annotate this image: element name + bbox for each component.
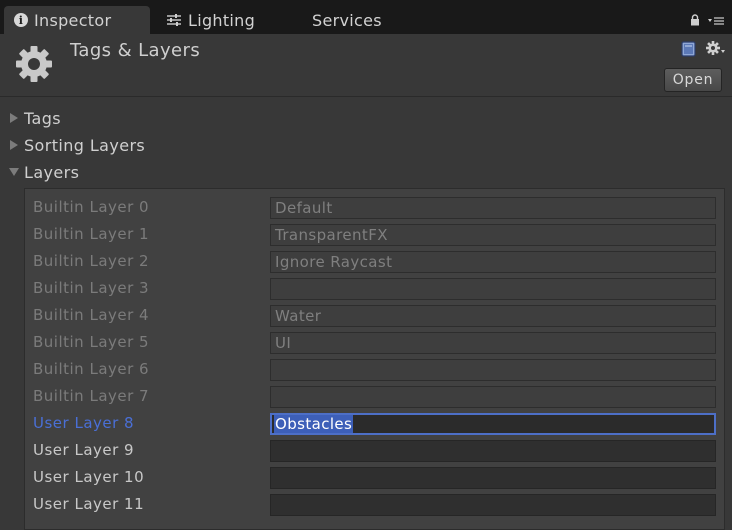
layer-row: User Layer 8 Obstacles bbox=[25, 411, 724, 438]
layer-name-field: TransparentFX bbox=[270, 224, 716, 246]
layer-label: User Layer 10 bbox=[33, 468, 145, 486]
layer-name-field-focused[interactable]: Obstacles bbox=[270, 413, 716, 435]
tab-services[interactable]: Services bbox=[312, 6, 382, 34]
layer-label: User Layer 8 bbox=[33, 414, 135, 432]
layer-label: Builtin Layer 3 bbox=[33, 279, 150, 297]
layer-label: Builtin Layer 5 bbox=[33, 333, 150, 351]
layer-row: User Layer 10 bbox=[25, 465, 724, 492]
layer-name-field: Ignore Raycast bbox=[270, 251, 716, 273]
collapsed-arrow-icon bbox=[8, 112, 20, 124]
tab-menu-icon[interactable] bbox=[708, 12, 724, 30]
layer-name-field: Default bbox=[270, 197, 716, 219]
selected-text: Obstacles bbox=[274, 415, 354, 433]
lock-icon[interactable] bbox=[690, 12, 700, 30]
header-icons bbox=[680, 40, 726, 62]
tab-lighting-label: Lighting bbox=[188, 10, 256, 30]
layer-row: Builtin Layer 1 TransparentFX bbox=[25, 222, 724, 249]
settings-gear-icon[interactable] bbox=[706, 41, 726, 61]
layer-name-field: UI bbox=[270, 332, 716, 354]
layer-label: Builtin Layer 2 bbox=[33, 252, 150, 270]
sliders-icon bbox=[166, 13, 182, 27]
tab-services-label: Services bbox=[312, 10, 382, 30]
layer-row: Builtin Layer 6 bbox=[25, 357, 724, 384]
foldout-layers[interactable]: Layers bbox=[8, 160, 79, 184]
tab-bar: i Inspector Lighting Services bbox=[0, 0, 732, 34]
layer-row: Builtin Layer 4 Water bbox=[25, 303, 724, 330]
layer-name-field: Water bbox=[270, 305, 716, 327]
layer-row: Builtin Layer 0 Default bbox=[25, 195, 724, 222]
foldout-tags-label: Tags bbox=[24, 108, 62, 128]
layer-row: Builtin Layer 2 Ignore Raycast bbox=[25, 249, 724, 276]
layer-label: Builtin Layer 4 bbox=[33, 306, 150, 324]
layers-list: Builtin Layer 0 Default Builtin Layer 1 … bbox=[24, 188, 725, 530]
layer-label: Builtin Layer 1 bbox=[33, 225, 150, 243]
layer-row: Builtin Layer 7 bbox=[25, 384, 724, 411]
help-book-icon[interactable] bbox=[680, 40, 698, 62]
collapsed-arrow-icon bbox=[8, 139, 20, 151]
inspector-header: Tags & Layers Open bbox=[0, 34, 732, 97]
layer-row: Builtin Layer 3 bbox=[25, 276, 724, 303]
tab-lighting[interactable]: Lighting bbox=[166, 6, 255, 34]
layer-row: User Layer 9 bbox=[25, 438, 724, 465]
layer-name-field[interactable] bbox=[270, 467, 716, 489]
tab-bar-controls bbox=[690, 12, 724, 30]
layer-row: User Layer 11 bbox=[25, 492, 724, 519]
tab-inspector[interactable]: i Inspector bbox=[4, 6, 150, 34]
layer-name-field bbox=[270, 278, 716, 300]
foldout-layers-label: Layers bbox=[24, 162, 80, 182]
layer-name-field bbox=[270, 386, 716, 408]
tab-inspector-label: Inspector bbox=[34, 10, 112, 30]
info-icon: i bbox=[14, 13, 28, 27]
expanded-arrow-icon bbox=[8, 166, 20, 178]
layer-label: User Layer 9 bbox=[33, 441, 135, 459]
layer-label: User Layer 11 bbox=[33, 495, 145, 513]
layer-label: Builtin Layer 0 bbox=[33, 198, 150, 216]
gear-icon bbox=[12, 42, 56, 90]
layer-name-field[interactable] bbox=[270, 494, 716, 516]
layer-label: Builtin Layer 7 bbox=[33, 387, 150, 405]
layer-name-field[interactable] bbox=[270, 440, 716, 462]
foldout-sorting-layers-label: Sorting Layers bbox=[24, 135, 146, 155]
foldout-tags[interactable]: Tags bbox=[8, 106, 61, 130]
foldout-sorting-layers[interactable]: Sorting Layers bbox=[8, 133, 145, 157]
layer-row: Builtin Layer 5 UI bbox=[25, 330, 724, 357]
open-button[interactable]: Open bbox=[664, 68, 722, 92]
layer-label: Builtin Layer 6 bbox=[33, 360, 150, 378]
layer-name-field bbox=[270, 359, 716, 381]
page-title: Tags & Layers bbox=[70, 40, 201, 61]
